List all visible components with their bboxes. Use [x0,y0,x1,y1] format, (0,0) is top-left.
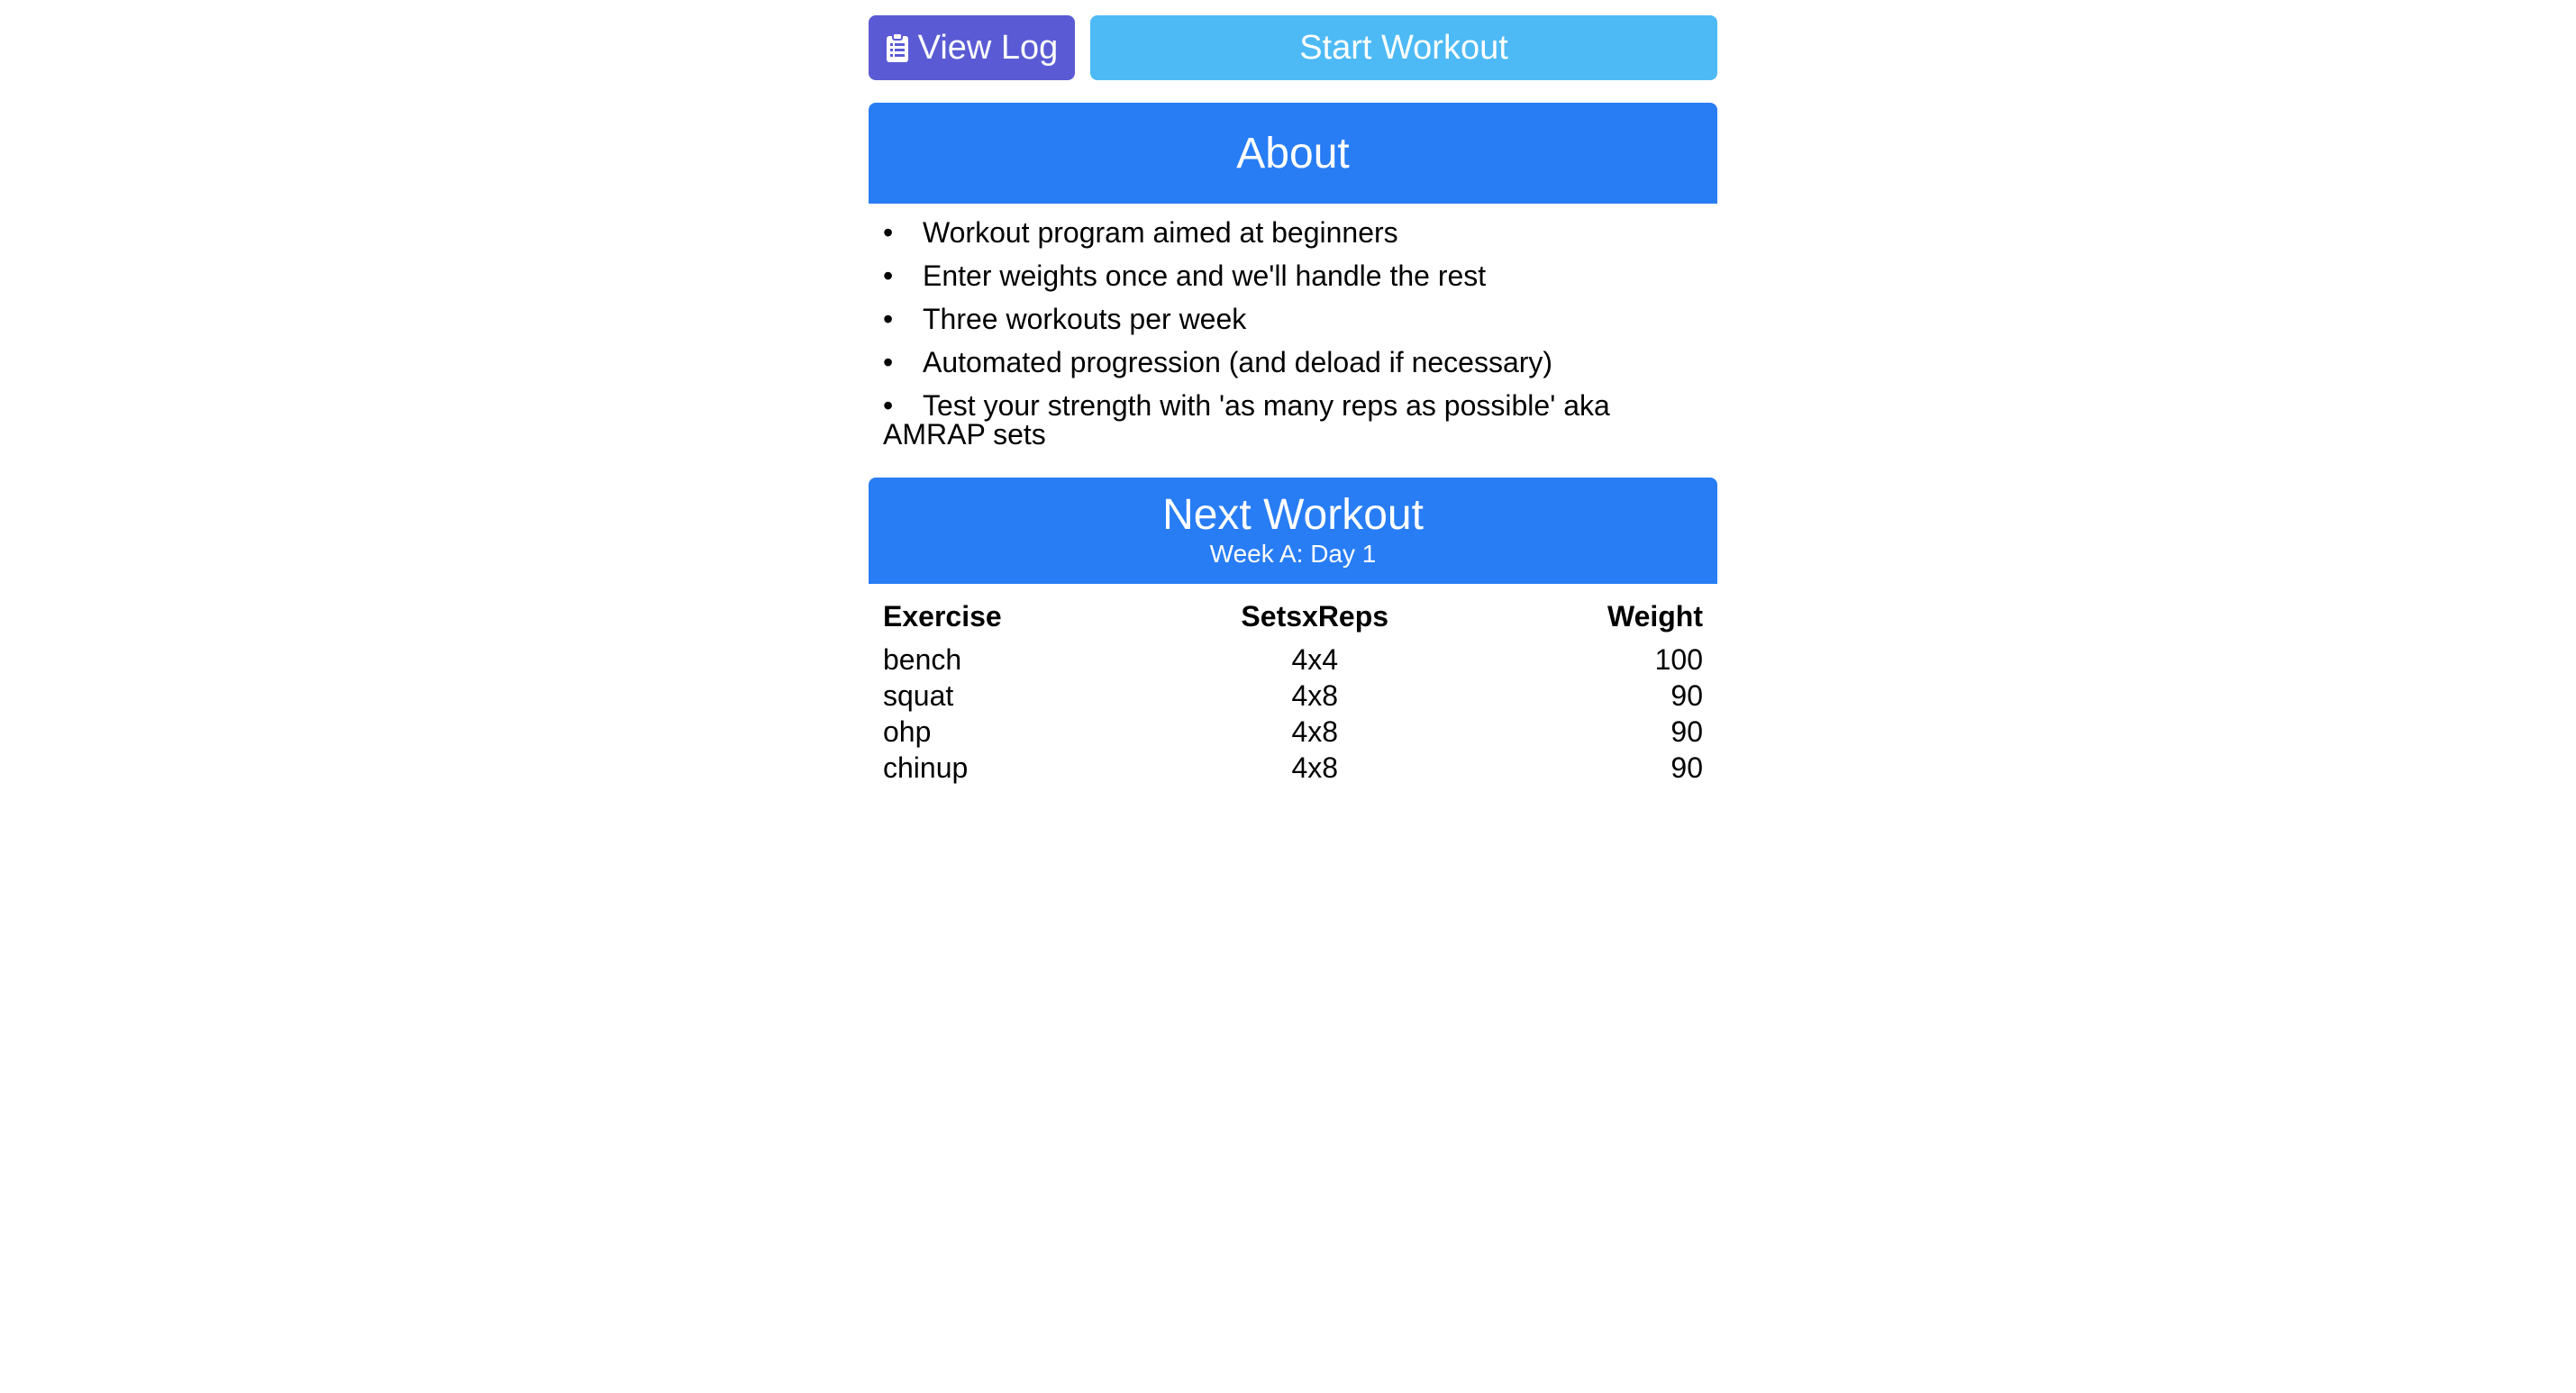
exercise-cell: ohp [883,715,932,748]
weight-cell: 90 [1670,715,1703,748]
view-log-button[interactable]: View Log [869,15,1075,80]
weight-cell: 90 [1670,751,1703,784]
bullet-icon: • [883,216,894,249]
about-list-item: • Enter weights once and we'll handle the… [883,261,1703,290]
action-bar: View Log Start Workout [869,15,1717,80]
sets-reps-cell: 4x8 [1291,679,1339,712]
bullet-icon: • [883,259,894,292]
sets-reps-cell: 4x8 [1291,715,1339,748]
weight-cell: 90 [1670,679,1703,712]
table-row: squat 4x8 90 [869,678,1717,714]
about-list-item: • Automated progression (and deload if ne… [883,348,1703,377]
about-list-item: • Test your strength with 'as many reps a… [883,391,1703,449]
about-item-text: Automated progression (and deload if nec… [923,346,1553,378]
column-header-sets-reps: SetsxReps [1241,600,1389,633]
next-workout-header: Next Workout Week A: Day 1 [869,478,1717,584]
exercise-cell: chinup [883,751,969,784]
table-row: bench 4x4 100 [869,642,1717,678]
next-workout-title: Next Workout [1162,491,1424,539]
table-row: chinup 4x8 90 [869,750,1717,786]
sets-reps-cell: 4x4 [1291,643,1339,676]
sets-reps-cell: 4x8 [1291,751,1339,784]
bullet-icon: • [883,303,894,335]
about-item-text: Three workouts per week [923,303,1247,335]
bullet-icon: • [883,389,894,422]
exercise-cell: bench [883,643,962,676]
about-item-text: Workout program aimed at beginners [923,216,1398,249]
table-header-row: Exercise SetsxReps Weight [869,595,1717,642]
bullet-icon: • [883,346,894,378]
table-row: ohp 4x8 90 [869,714,1717,750]
main-container: View Log Start Workout About • Workout pr… [869,15,1717,786]
about-item-text: Test your strength with 'as many reps as… [883,389,1610,451]
about-list-item: • Workout program aimed at beginners [883,218,1703,247]
exercise-cell: squat [883,679,954,712]
clipboard-list-icon [886,32,908,62]
about-list-item: • Three workouts per week [883,305,1703,333]
column-header-weight: Weight [1607,600,1703,633]
about-item-text: Enter weights once and we'll handle the … [923,259,1487,292]
workout-table: Exercise SetsxReps Weight bench 4x4 100 squ… [869,595,1717,786]
column-header-exercise: Exercise [883,600,1002,633]
about-list: • Workout program aimed at beginners • Ente… [869,204,1717,449]
start-workout-label: Start Workout [1299,28,1508,67]
weight-cell: 100 [1654,643,1703,676]
next-workout-subtitle: Week A: Day 1 [1209,540,1377,568]
about-title: About [1236,129,1350,178]
about-header: About [869,103,1717,204]
view-log-label: View Log [917,28,1059,67]
start-workout-button[interactable]: Start Workout [1090,15,1717,80]
